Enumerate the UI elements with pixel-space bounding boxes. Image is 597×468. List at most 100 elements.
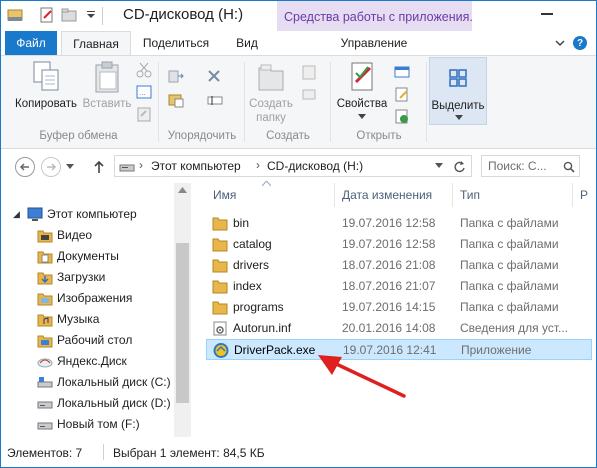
file-type: Папка с файлами <box>460 216 559 230</box>
status-separator <box>103 444 104 460</box>
tab-share[interactable]: Поделиться <box>133 31 219 55</box>
new-folder-button[interactable]: Создать папку <box>245 56 297 126</box>
svg-text:...: ... <box>139 89 146 97</box>
address-bar[interactable]: › Этот компьютер › CD-дисковод (H:) <box>114 155 472 177</box>
column-size[interactable]: Р <box>580 188 588 202</box>
column-name[interactable]: Имя <box>213 188 236 202</box>
address-row: › Этот компьютер › CD-дисковод (H:) Поис… <box>1 149 596 183</box>
nav-item-label: Этот компьютер <box>47 207 137 221</box>
help-icon[interactable]: ? <box>573 36 587 50</box>
nav-item-label: Музыка <box>57 312 100 326</box>
nav-item-video[interactable]: Видео <box>37 225 177 246</box>
file-name: DriverPack.exe <box>234 343 316 357</box>
refresh-icon[interactable] <box>453 160 466 173</box>
chevron-down-icon[interactable] <box>553 36 567 50</box>
breadcrumb-this-pc[interactable]: Этот компьютер <box>151 159 241 173</box>
nav-item-downloads[interactable]: Загрузки <box>37 267 177 288</box>
nav-item-pictures[interactable]: Изображения <box>37 288 177 309</box>
properties-quick-icon[interactable] <box>37 5 57 25</box>
file-row[interactable]: programs 19.07.2016 14:15 Папка с файлам… <box>206 297 592 318</box>
settings-file-icon <box>213 321 227 336</box>
nav-item-drive-f[interactable]: Новый том (F:) <box>37 414 177 435</box>
column-divider[interactable] <box>452 183 453 207</box>
properties-button[interactable]: Свойства <box>331 56 393 126</box>
paste-shortcut-icon[interactable] <box>135 106 153 122</box>
column-divider[interactable] <box>572 183 573 207</box>
nav-item-label: Яндекс.Диск <box>57 354 127 368</box>
file-list: Имя Дата изменения Тип Р bin 19.07.2016 … <box>192 181 596 437</box>
nav-item-this-pc[interactable]: ◢ Этот компьютер <box>13 204 173 225</box>
item-count: Элементов: 7 <box>7 446 83 460</box>
column-type[interactable]: Тип <box>460 188 480 202</box>
clipboard-group-label: Буфер обмена <box>39 130 118 142</box>
navigation-scrollbar[interactable] <box>174 183 191 437</box>
new-folder-quick-icon[interactable] <box>59 5 79 25</box>
rename-icon[interactable] <box>206 92 224 108</box>
file-date: 18.07.2016 21:08 <box>342 258 436 272</box>
file-row[interactable]: index 18.07.2016 21:07 Папка с файлами <box>206 276 592 297</box>
folder-icon <box>212 301 228 315</box>
new-folder-label-line2: папку <box>256 112 286 124</box>
scroll-thumb[interactable] <box>176 243 189 403</box>
file-name: bin <box>233 216 250 230</box>
nav-item-yandex-disk[interactable]: Яндекс.Диск <box>37 351 177 372</box>
tab-view[interactable]: Вид <box>219 31 275 55</box>
collapse-arrow-icon[interactable]: ◢ <box>13 204 20 225</box>
copy-path-icon[interactable]: ... <box>135 84 153 100</box>
open-icon[interactable] <box>393 64 411 80</box>
recent-locations-button[interactable] <box>63 157 77 177</box>
file-row[interactable]: Autorun.inf 20.01.2016 14:08 Сведения дл… <box>206 318 592 339</box>
ribbon: Копировать Вставить ... Буфер обмена Упо… <box>1 55 596 149</box>
edit-icon[interactable] <box>393 86 411 102</box>
file-date: 20.01.2016 14:08 <box>342 321 436 335</box>
nav-item-label: Рабочий стол <box>57 333 133 347</box>
nav-item-desktop[interactable]: Рабочий стол <box>37 330 177 351</box>
new-item-icon[interactable] <box>300 64 318 80</box>
easy-access-icon[interactable] <box>300 86 318 102</box>
folder-icon <box>212 280 228 294</box>
copy-to-icon[interactable] <box>167 92 185 108</box>
history-icon[interactable] <box>393 108 411 124</box>
nav-item-documents[interactable]: Документы <box>37 246 177 267</box>
column-divider[interactable] <box>334 183 335 207</box>
file-row[interactable]: catalog 19.07.2016 12:58 Папка с файлами <box>206 234 592 255</box>
new-folder-label-line1: Создать <box>249 98 293 110</box>
up-button[interactable] <box>89 157 109 177</box>
paste-label: Вставить <box>82 98 132 110</box>
breadcrumb-separator-icon: › <box>256 158 260 172</box>
file-date: 19.07.2016 12:58 <box>342 216 436 230</box>
nav-item-label: Документы <box>57 249 119 263</box>
title-bar: CD-дисковод (H:) Средства работы с прило… <box>1 1 596 31</box>
paste-button[interactable]: Вставить <box>79 56 135 126</box>
file-row[interactable]: drivers 18.07.2016 21:08 Папка с файлами <box>206 255 592 276</box>
nav-item-music[interactable]: Музыка <box>37 309 177 330</box>
file-type: Папка с файлами <box>460 279 559 293</box>
select-button[interactable]: Выделить <box>429 57 487 125</box>
cut-icon[interactable] <box>135 62 153 78</box>
desktop-folder-icon <box>37 335 53 348</box>
tab-home[interactable]: Главная <box>61 31 131 56</box>
customize-quick-access-icon[interactable] <box>81 5 101 25</box>
breadcrumb-cd-drive[interactable]: CD-дисковод (H:) <box>267 159 363 173</box>
file-row[interactable]: bin 19.07.2016 12:58 Папка с файлами <box>206 213 592 234</box>
column-date[interactable]: Дата изменения <box>342 188 432 202</box>
documents-folder-icon <box>37 251 53 264</box>
delete-icon[interactable] <box>206 68 224 84</box>
forward-button[interactable] <box>41 157 61 177</box>
file-type: Папка с файлами <box>460 237 559 251</box>
video-folder-icon <box>37 230 53 243</box>
file-type: Сведения для уст... <box>460 321 569 335</box>
address-dropdown-icon[interactable] <box>435 163 443 169</box>
nav-item-drive-c[interactable]: Локальный диск (C:) <box>37 372 177 393</box>
system-drive-icon <box>37 377 53 388</box>
back-button[interactable] <box>15 157 35 177</box>
explorer-app-icon[interactable] <box>5 5 25 25</box>
column-header: Имя Дата изменения Тип Р <box>192 181 596 207</box>
scroll-up-icon[interactable] <box>178 187 187 193</box>
minimize-button[interactable] <box>541 13 553 15</box>
tab-file[interactable]: Файл <box>5 31 57 55</box>
move-to-icon[interactable] <box>167 68 185 84</box>
nav-item-drive-d[interactable]: Локальный диск (D:) <box>37 393 177 414</box>
tab-manage[interactable]: Управление <box>279 31 469 55</box>
copy-button[interactable]: Копировать <box>9 56 83 126</box>
